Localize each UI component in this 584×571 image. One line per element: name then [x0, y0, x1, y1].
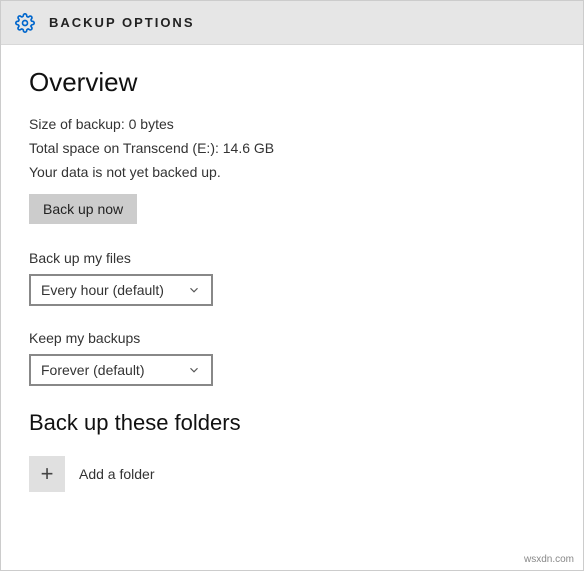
retention-label: Keep my backups — [29, 330, 555, 346]
header-bar: BACKUP OPTIONS — [1, 1, 583, 45]
page-title: BACKUP OPTIONS — [49, 15, 195, 30]
frequency-label: Back up my files — [29, 250, 555, 266]
frequency-select[interactable]: Every hour (default) — [29, 274, 213, 306]
folders-heading: Back up these folders — [29, 410, 555, 436]
plus-icon: + — [29, 456, 65, 492]
chevron-down-icon — [187, 283, 201, 297]
add-folder-label: Add a folder — [79, 466, 155, 482]
content-area: Overview Size of backup: 0 bytes Total s… — [1, 45, 583, 514]
add-folder-button[interactable]: + Add a folder — [29, 456, 555, 492]
chevron-down-icon — [187, 363, 201, 377]
watermark-text: wsxdn.com — [524, 554, 574, 565]
retention-select[interactable]: Forever (default) — [29, 354, 213, 386]
total-space-line: Total space on Transcend (E:): 14.6 GB — [29, 140, 555, 156]
retention-value: Forever (default) — [41, 362, 144, 378]
backup-size-line: Size of backup: 0 bytes — [29, 116, 555, 132]
backup-status-line: Your data is not yet backed up. — [29, 164, 555, 180]
gear-icon — [15, 13, 35, 33]
frequency-value: Every hour (default) — [41, 282, 164, 298]
overview-heading: Overview — [29, 67, 555, 98]
backup-now-button[interactable]: Back up now — [29, 194, 137, 224]
